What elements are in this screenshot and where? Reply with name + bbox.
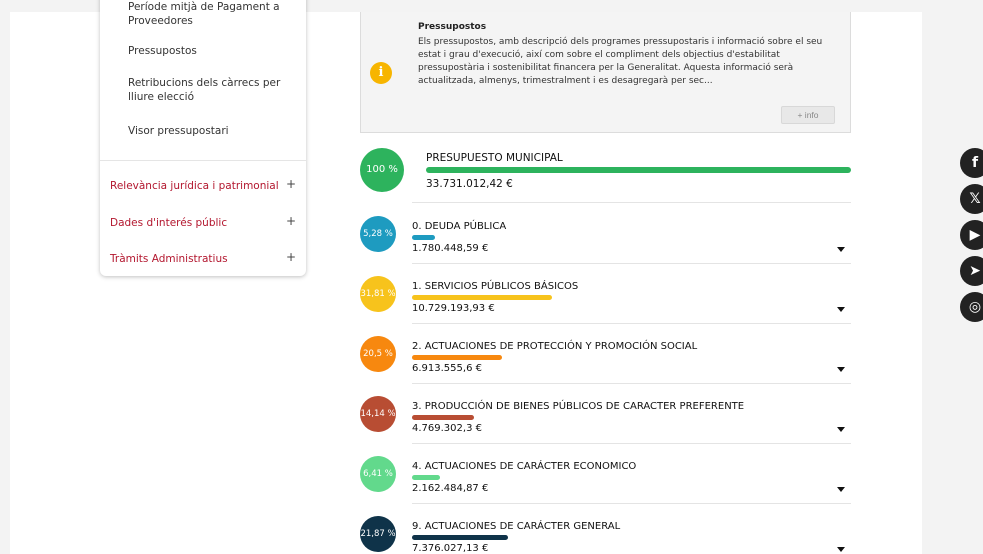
budget-row[interactable]: 20,5 % 2. ACTUACIONES DE PROTECCIÓN Y PRO… — [360, 324, 851, 384]
budget-bar — [426, 167, 851, 173]
page-content: Període mitjà de Pagament a Proveedores … — [10, 0, 983, 554]
budget-row[interactable]: 5,28 % 0. DEUDA PÚBLICA 1.780.448,59 € — [360, 204, 851, 264]
budget-bar — [412, 415, 475, 420]
budget-total-row: 100 % PRESUPUESTO MUNICIPAL 33.731.012,4… — [360, 145, 851, 203]
sidebar-item-relevancia[interactable]: Relevància jurídica i patrimonial + — [110, 176, 300, 196]
sidebar-item-label: Tràmits Administratius — [110, 253, 228, 265]
budget-amount: 33.731.012,42 € — [426, 178, 513, 190]
percent-circle: 6,41 % — [360, 456, 396, 492]
x-twitter-icon[interactable]: 𝕏 — [960, 184, 983, 214]
info-icon: i — [370, 62, 392, 84]
sidebar-item-label: Dades d'interés públic — [110, 217, 228, 229]
percent-circle: 20,5 % — [360, 336, 396, 372]
budget-amount: 6.913.555,6 € — [412, 363, 482, 374]
more-info-button[interactable]: + info — [781, 106, 835, 124]
telegram-icon[interactable]: ➤ — [960, 256, 983, 286]
percent-circle: 21,87 % — [360, 516, 396, 552]
budget-amount: 4.769.302,3 € — [412, 423, 482, 434]
budget-amount: 2.162.484,87 € — [412, 483, 489, 494]
chevron-down-icon[interactable] — [837, 247, 845, 252]
percent-circle: 100 % — [360, 148, 404, 192]
sidebar-submenu: Període mitjà de Pagament a Proveedores … — [100, 0, 306, 162]
sidebar-item-pago-proveedores[interactable]: Període mitjà de Pagament a Proveedores — [128, 0, 293, 28]
chevron-down-icon[interactable] — [837, 547, 845, 552]
plus-icon[interactable]: + — [286, 211, 296, 231]
plus-icon[interactable]: + — [286, 247, 296, 267]
budget-bar — [412, 535, 508, 540]
percent-circle: 14,14 % — [360, 396, 396, 432]
chevron-down-icon[interactable] — [837, 307, 845, 312]
chevron-down-icon[interactable] — [837, 367, 845, 372]
budget-amount: 1.780.448,59 € — [412, 243, 489, 254]
budget-label: PRESUPUESTO MUNICIPAL — [426, 152, 563, 164]
budget-label: 9. ACTUACIONES DE CARÁCTER GENERAL — [412, 521, 621, 532]
chevron-down-icon[interactable] — [837, 427, 845, 432]
budget-label: 1. SERVICIOS PÚBLICOS BÁSICOS — [412, 281, 579, 292]
facebook-icon[interactable]: f — [960, 148, 983, 178]
chevron-down-icon[interactable] — [837, 487, 845, 492]
budget-row[interactable]: 31,81 % 1. SERVICIOS PÚBLICOS BÁSICOS 10.7… — [360, 264, 851, 324]
instagram-icon[interactable]: ◎ — [960, 292, 983, 322]
budget-amount: 7.376.027,13 € — [412, 543, 489, 554]
sidebar-item-label: Relevància jurídica i patrimonial — [110, 180, 279, 192]
budget-row[interactable]: 21,87 % 9. ACTUACIONES DE CARÁCTER GENERA… — [360, 504, 851, 554]
sidebar-item-visor[interactable]: Visor pressupostari — [128, 124, 293, 138]
budget-label: 4. ACTUACIONES DE CARÁCTER ECONOMICO — [412, 461, 637, 472]
budget-label: 0. DEUDA PÚBLICA — [412, 221, 507, 232]
percent-circle: 5,28 % — [360, 216, 396, 252]
sidebar-item-pressupostos[interactable]: Pressupostos — [128, 44, 293, 58]
budget-row[interactable]: 6,41 % 4. ACTUACIONES DE CARÁCTER ECONOMI… — [360, 444, 851, 504]
budget-row[interactable]: 14,14 % 3. PRODUCCIÓN DE BIENES PÚBLICOS … — [360, 384, 851, 444]
budget-bar — [412, 475, 441, 480]
budget-bar — [412, 235, 436, 240]
budget-label: 3. PRODUCCIÓN DE BIENES PÚBLICOS DE CARA… — [412, 401, 745, 412]
percent-circle: 31,81 % — [360, 276, 396, 312]
sidebar-item-dades[interactable]: Dades d'interés públic + — [110, 213, 300, 233]
budget-bar — [412, 295, 552, 300]
info-box: i Pressupostos Els pressupostos, amb des… — [360, 12, 851, 133]
plus-icon[interactable]: + — [286, 174, 296, 194]
budget-amount: 10.729.193,93 € — [412, 303, 495, 314]
row-divider — [412, 202, 851, 203]
sidebar: Període mitjà de Pagament a Proveedores … — [100, 0, 306, 276]
sidebar-divider — [100, 160, 306, 161]
youtube-icon[interactable]: ▶ — [960, 220, 983, 250]
info-title: Pressupostos — [418, 22, 487, 32]
budget-label: 2. ACTUACIONES DE PROTECCIÓN Y PROMOCIÓN… — [412, 341, 698, 352]
sidebar-item-retribucions[interactable]: Retribucions dels càrrecs per lliure ele… — [128, 76, 293, 104]
budget-bar — [412, 355, 502, 360]
sidebar-item-tramits[interactable]: Tràmits Administratius + — [110, 249, 300, 269]
info-text: Els pressupostos, amb descripció dels pr… — [418, 37, 823, 86]
